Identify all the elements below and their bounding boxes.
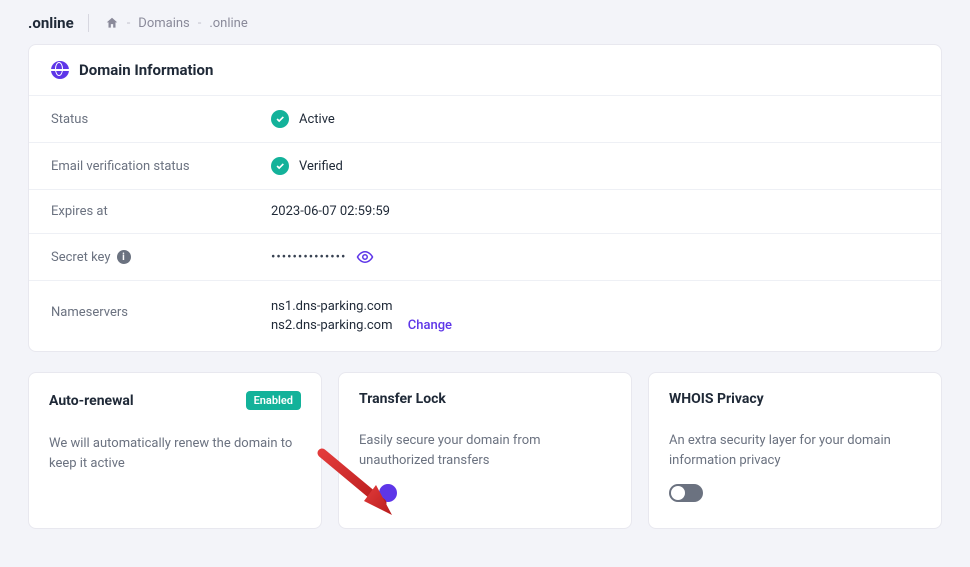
transfer-lock-title: Transfer Lock xyxy=(359,391,446,407)
value-ns1: ns1.dns-parking.com xyxy=(271,299,452,314)
change-nameservers-link[interactable]: Change xyxy=(408,318,452,333)
breadcrumb-domains[interactable]: Domains xyxy=(138,16,189,31)
status-badge-enabled: Enabled xyxy=(246,391,301,410)
value-expires: 2023-06-07 02:59:59 xyxy=(271,204,390,219)
check-icon xyxy=(271,110,289,128)
breadcrumb-sep: - xyxy=(198,16,202,31)
info-icon[interactable]: i xyxy=(117,250,131,264)
value-email: Verified xyxy=(299,159,343,174)
auto-renewal-title: Auto-renewal xyxy=(49,393,134,409)
check-icon xyxy=(271,157,289,175)
whois-privacy-desc: An extra security layer for your domain … xyxy=(669,431,921,470)
domain-info-title: Domain Information xyxy=(79,61,213,79)
transfer-lock-loading-icon[interactable] xyxy=(379,484,397,502)
page-title: .online xyxy=(28,14,89,32)
home-icon[interactable] xyxy=(105,16,119,30)
breadcrumb-sep: - xyxy=(127,16,131,31)
row-status: Status Active xyxy=(29,95,941,142)
whois-privacy-toggle[interactable] xyxy=(669,484,703,502)
transfer-lock-desc: Easily secure your domain from unauthori… xyxy=(359,431,611,470)
value-secret-masked: •••••••••••••• xyxy=(271,250,346,265)
auto-renewal-card: Auto-renewal Enabled We will automatical… xyxy=(28,372,322,529)
value-status: Active xyxy=(299,112,335,127)
row-expires: Expires at 2023-06-07 02:59:59 xyxy=(29,189,941,233)
breadcrumb-current: .online xyxy=(209,16,247,31)
whois-privacy-card: WHOIS Privacy An extra security layer fo… xyxy=(648,372,942,529)
domain-info-card: Domain Information Status Active Email v… xyxy=(28,44,942,352)
row-email-verification: Email verification status Verified xyxy=(29,142,941,189)
label-status: Status xyxy=(51,112,271,127)
row-secret-key: Secret key i •••••••••••••• xyxy=(29,233,941,280)
label-expires: Expires at xyxy=(51,204,271,219)
eye-icon[interactable] xyxy=(356,248,374,266)
auto-renewal-desc: We will automatically renew the domain t… xyxy=(49,434,301,473)
whois-privacy-title: WHOIS Privacy xyxy=(669,391,764,407)
value-ns2: ns2.dns-parking.com xyxy=(271,318,393,333)
transfer-lock-card: Transfer Lock Easily secure your domain … xyxy=(338,372,632,529)
globe-icon xyxy=(51,61,69,79)
breadcrumb: - Domains - .online xyxy=(105,16,248,31)
label-secret: Secret key xyxy=(51,250,111,265)
label-email: Email verification status xyxy=(51,159,271,174)
domain-info-header: Domain Information xyxy=(29,45,941,95)
label-nameservers: Nameservers xyxy=(51,299,271,320)
row-nameservers: Nameservers ns1.dns-parking.com ns2.dns-… xyxy=(29,280,941,351)
